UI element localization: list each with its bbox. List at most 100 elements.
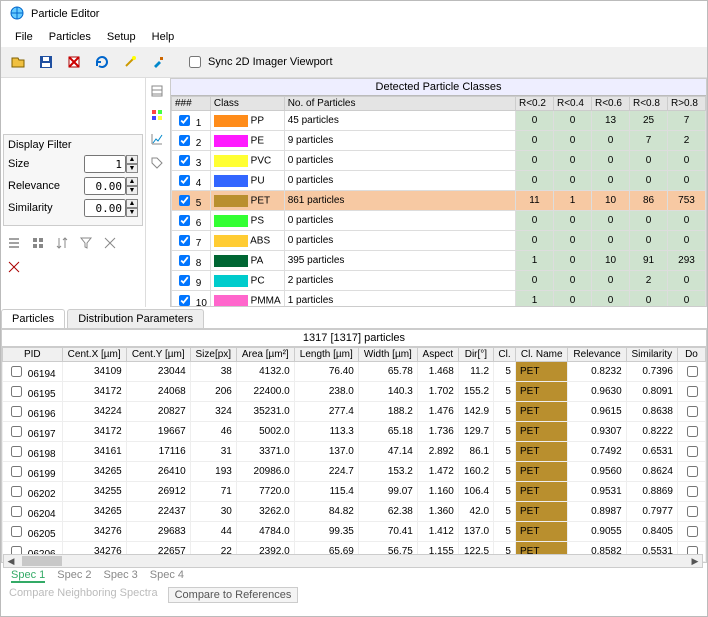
grid-col-0[interactable]: PID [3,348,63,362]
similarity-input[interactable] [84,199,126,217]
table-row[interactable]: 062053427629683444784.099.3570.411.41213… [3,522,706,542]
size-down[interactable]: ▼ [126,164,138,173]
spec-tab-3[interactable]: Spec 3 [104,569,138,583]
do-check[interactable] [687,426,698,437]
do-check[interactable] [687,446,698,457]
class-col-7[interactable]: R>0.8 [668,97,706,111]
class-row[interactable]: 8 PA395 particles101091293 [172,251,706,271]
grid-col-2[interactable]: Cent.Y [µm] [126,348,190,362]
row-check[interactable] [11,506,22,517]
table-row[interactable]: 062043426522437303262.084.8262.381.36042… [3,502,706,522]
list-view-icon[interactable] [3,232,25,254]
do-check[interactable] [687,466,698,477]
tag-icon[interactable] [146,152,168,174]
spec-tab-1[interactable]: Spec 1 [11,569,45,583]
tab-particles[interactable]: Particles [1,309,65,328]
grid-view-icon[interactable] [27,232,49,254]
grid-col-8[interactable]: Dir[°] [458,348,493,362]
filter-icon[interactable] [75,232,97,254]
class-check[interactable] [179,155,190,166]
grid-col-13[interactable]: Do [677,348,705,362]
class-row[interactable]: 6 PS0 particles00000 [172,211,706,231]
wand-icon[interactable] [119,51,141,73]
save-icon[interactable] [35,51,57,73]
class-check[interactable] [179,215,190,226]
class-row[interactable]: 7 ABS0 particles00000 [172,231,706,251]
table-row[interactable]: 062023425526912717720.0115.499.071.16010… [3,482,706,502]
do-check[interactable] [687,526,698,537]
table-row[interactable]: 06195341722406820622400.0238.0140.31.702… [3,382,706,402]
row-check[interactable] [11,526,22,537]
grid-col-12[interactable]: Similarity [626,348,677,362]
row-check[interactable] [11,386,22,397]
class-check[interactable] [179,295,190,306]
class-col-6[interactable]: R<0.8 [630,97,668,111]
spec-tab-2[interactable]: Spec 2 [57,569,91,583]
open-icon[interactable] [7,51,29,73]
table-row[interactable]: 06199342652641019320986.0224.7153.21.472… [3,462,706,482]
class-row[interactable]: 5 PET861 particles1111086753 [172,191,706,211]
sync-viewport-checkbox[interactable] [189,56,201,68]
tab-distribution[interactable]: Distribution Parameters [67,309,204,328]
grid-col-7[interactable]: Aspect [417,348,458,362]
relevance-input[interactable] [84,177,126,195]
class-row[interactable]: 4 PU0 particles00000 [172,171,706,191]
relevance-up[interactable]: ▲ [126,177,138,186]
size-up[interactable]: ▲ [126,155,138,164]
class-row[interactable]: 10 PMMA1 particles10000 [172,291,706,308]
row-check[interactable] [11,366,22,377]
grid-col-1[interactable]: Cent.X [µm] [62,348,126,362]
brush-icon[interactable] [147,51,169,73]
clear-filter-icon[interactable] [99,232,121,254]
horizontal-scrollbar[interactable]: ◀▶ [3,554,703,568]
grid-col-4[interactable]: Area [µm²] [236,348,294,362]
sort-icon[interactable] [51,232,73,254]
menu-setup[interactable]: Setup [101,29,142,45]
spec-tab-4[interactable]: Spec 4 [150,569,184,583]
class-check[interactable] [179,255,190,266]
table-row[interactable]: 061973417219667465002.0113.365.181.73612… [3,422,706,442]
menu-help[interactable]: Help [146,29,181,45]
class-col-3[interactable]: R<0.2 [516,97,554,111]
row-check[interactable] [11,406,22,417]
class-row[interactable]: 3 PVC0 particles00000 [172,151,706,171]
class-col-5[interactable]: R<0.6 [592,97,630,111]
chart-icon[interactable] [146,128,168,150]
class-row[interactable]: 2 PE9 particles00072 [172,131,706,151]
class-check[interactable] [179,135,190,146]
grid-col-6[interactable]: Width [µm] [358,348,417,362]
do-check[interactable] [687,406,698,417]
delete-all-icon[interactable] [63,51,85,73]
refresh-icon[interactable] [91,51,113,73]
class-list-icon[interactable] [146,80,168,102]
class-check[interactable] [179,275,190,286]
class-col-4[interactable]: R<0.4 [554,97,592,111]
compare-references-button[interactable]: Compare to References [168,587,299,603]
table-row[interactable]: 061943410923044384132.076.4065.781.46811… [3,362,706,382]
menu-particles[interactable]: Particles [43,29,97,45]
row-check[interactable] [11,446,22,457]
class-check[interactable] [179,235,190,246]
grid-col-3[interactable]: Size[px] [190,348,236,362]
grid-col-11[interactable]: Relevance [568,348,626,362]
row-check[interactable] [11,426,22,437]
grid-col-5[interactable]: Length [µm] [294,348,358,362]
class-check[interactable] [179,195,190,206]
do-check[interactable] [687,386,698,397]
similarity-down[interactable]: ▼ [126,208,138,217]
class-col-0[interactable]: ### [172,97,211,111]
grid-col-10[interactable]: Cl. Name [515,348,567,362]
class-col-1[interactable]: Class [210,97,284,111]
row-check[interactable] [11,466,22,477]
palette-icon[interactable] [146,104,168,126]
class-check[interactable] [179,115,190,126]
class-row[interactable]: 9 PC2 particles00020 [172,271,706,291]
do-check[interactable] [687,366,698,377]
export-icon[interactable] [3,256,25,278]
similarity-up[interactable]: ▲ [126,199,138,208]
compare-neighboring-button[interactable]: Compare Neighboring Spectra [9,587,158,603]
row-check[interactable] [11,486,22,497]
do-check[interactable] [687,486,698,497]
class-row[interactable]: 1 PP45 particles0013257 [172,111,706,131]
do-check[interactable] [687,506,698,517]
